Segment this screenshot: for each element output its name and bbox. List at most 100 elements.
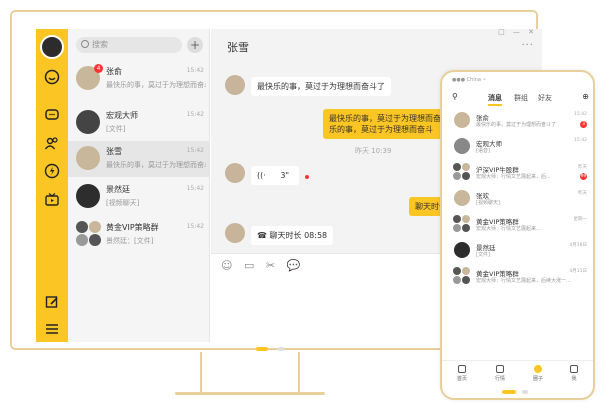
- conversation-preview: [文件]: [106, 125, 126, 133]
- item-preview: [文件]: [476, 252, 490, 258]
- phone-icon: ☎: [257, 231, 267, 240]
- conversation-name: 黄金VIP策略群: [106, 223, 159, 232]
- chat-icon[interactable]: [44, 69, 60, 85]
- search-input[interactable]: 搜索: [76, 37, 182, 53]
- voice-icon: ((·: [257, 171, 266, 180]
- list-item[interactable]: 张俞 最快乐的事，莫过于为理想而奋斗了 15:42 3: [442, 108, 593, 134]
- list-item[interactable]: 黄金VIP策略群 宏观大师：行情文艺展起来... 星期一: [442, 212, 593, 238]
- item-preview: 宏观大师：行情文艺展起来...: [476, 226, 541, 232]
- input-toolbar: ☺ ▭ ✂ 💬: [221, 259, 300, 272]
- contact-avatar: [225, 163, 245, 183]
- conversation-item[interactable]: 黄金VIP策略群 景然廷：[文件] 15:42: [68, 217, 210, 253]
- conversation-preview: 最快乐的事，莫过于为理想而奋斗: [106, 81, 206, 89]
- item-time: 15:42: [574, 112, 587, 117]
- add-button[interactable]: +: [187, 37, 203, 53]
- more-icon[interactable]: ...: [521, 37, 534, 48]
- item-preview: [视频聊天]: [476, 200, 500, 206]
- window-controls[interactable]: □ — ✕: [498, 29, 534, 36]
- avatar: [454, 242, 470, 258]
- phone-page-indicator-off: [522, 390, 528, 394]
- add-icon[interactable]: ⊕: [582, 92, 589, 101]
- chat-bubble-icon[interactable]: 💬: [287, 259, 301, 272]
- time-divider: 昨天 10:39: [355, 147, 392, 155]
- conversation-preview: 最快乐的事，莫过于为理想而奋斗: [106, 161, 206, 169]
- menu-icon[interactable]: [44, 321, 60, 337]
- conversation-time: 15:42: [186, 185, 204, 192]
- unread-badge: 3: [580, 121, 587, 128]
- phone-page-indicator: [502, 390, 516, 394]
- avatar: [76, 146, 100, 170]
- sidebar-rail: [36, 29, 68, 342]
- mobile-phone: ●●● China ⚬ ⚲ 消息 群组 好友 ⊕ 张俞 最快乐的事，莫过于为理想…: [440, 70, 595, 400]
- group-avatar: [76, 221, 102, 247]
- nav-label: 我: [571, 376, 577, 382]
- call-duration: 08:58: [304, 231, 328, 240]
- list-item[interactable]: 宏观大师 [语音] 15:42: [442, 134, 593, 160]
- voice-duration: 3": [280, 171, 290, 180]
- monitor-base: [175, 392, 325, 395]
- item-preview: 宏观大师：行情文艺展起来，后续大涨一...: [476, 278, 571, 284]
- search-icon: [81, 40, 89, 48]
- message-bubble-incoming: 最快乐的事，莫过于为理想而奋斗了: [251, 77, 391, 96]
- list-item[interactable]: 黄金VIP策略群 宏观大师：行情文艺展起来，后续大涨一... 4月15日: [442, 264, 593, 290]
- edit-icon[interactable]: [44, 294, 60, 310]
- conversation-time: 15:42: [186, 147, 204, 154]
- list-item[interactable]: 景然廷 [文件] 4月18日: [442, 238, 593, 264]
- group-avatar: [453, 163, 471, 181]
- conversation-list: 搜索 + 4 张俞 最快乐的事，莫过于为理想而奋斗 15:42 宏观大师 [文件…: [68, 29, 210, 342]
- nav-circle[interactable]: 圈子: [526, 365, 550, 382]
- call-record-incoming[interactable]: ☎ 聊天时长 08:58: [251, 226, 334, 245]
- avatar: [454, 190, 470, 206]
- chart-icon: [496, 365, 504, 373]
- item-time: 15:42: [574, 138, 587, 143]
- person-icon: [570, 365, 578, 373]
- voice-message[interactable]: ((· 3": [251, 166, 299, 185]
- item-time: 4月15日: [569, 269, 587, 274]
- avatar: [454, 138, 470, 154]
- conversation-time: 15:42: [186, 67, 204, 74]
- nav-home[interactable]: 首页: [450, 365, 474, 382]
- phone-bottom-nav: 首页 行情 圈子 我: [442, 360, 593, 386]
- conversation-preview: 景然廷：[文件]: [106, 237, 154, 245]
- contact-avatar: [225, 75, 245, 95]
- item-time: 星期一: [573, 217, 588, 222]
- tab-groups[interactable]: 群组: [514, 93, 528, 103]
- conversation-name: 张雪: [106, 147, 122, 156]
- tab-friends[interactable]: 好友: [538, 93, 552, 103]
- conversation-item[interactable]: 景然廷 [视频聊天] 15:42: [68, 179, 210, 215]
- conversation-name: 景然廷: [106, 185, 130, 194]
- group-avatar: [453, 215, 471, 233]
- contact-avatar: [225, 223, 245, 243]
- tv-icon[interactable]: [44, 192, 60, 208]
- conversation-item[interactable]: 宏观大师 [文件] 15:42: [68, 105, 210, 141]
- scissors-icon[interactable]: ✂: [266, 259, 275, 272]
- nav-me[interactable]: 我: [562, 365, 586, 382]
- list-item[interactable]: 张欢 [视频聊天] 昨天: [442, 186, 593, 212]
- item-preview: [语音]: [476, 148, 490, 154]
- message-icon[interactable]: [44, 107, 60, 123]
- lightning-icon[interactable]: [44, 163, 60, 179]
- nav-label: 圈子: [532, 376, 543, 382]
- conversation-item[interactable]: 4 张俞 最快乐的事，莫过于为理想而奋斗 15:42: [68, 61, 210, 97]
- unheard-dot: [305, 175, 309, 179]
- item-time: 昨天: [578, 165, 587, 170]
- tab-messages[interactable]: 消息: [488, 93, 502, 106]
- unread-badge: 99: [580, 173, 587, 180]
- circle-icon: [534, 365, 542, 373]
- home-icon: [458, 365, 466, 373]
- avatar: [76, 184, 100, 208]
- folder-icon[interactable]: ▭: [244, 259, 254, 272]
- emoji-icon[interactable]: ☺: [221, 259, 232, 272]
- search-icon[interactable]: ⚲: [452, 92, 458, 101]
- nav-market[interactable]: 行情: [488, 365, 512, 382]
- item-time: 昨天: [578, 191, 587, 196]
- search-placeholder: 搜索: [92, 40, 108, 49]
- conversation-item-selected[interactable]: 张雪 最快乐的事，莫过于为理想而奋斗 15:42: [68, 141, 210, 177]
- group-avatar: [453, 267, 471, 285]
- nav-label: 行情: [494, 376, 505, 382]
- conversation-time: 15:42: [186, 223, 204, 230]
- conversation-preview: [视频聊天]: [106, 199, 140, 207]
- contacts-icon[interactable]: [44, 135, 60, 151]
- list-item[interactable]: 沪深VIP牛股群 宏观大师：行情文艺展起来，后... 昨天 99: [442, 160, 593, 186]
- user-avatar[interactable]: [40, 35, 64, 59]
